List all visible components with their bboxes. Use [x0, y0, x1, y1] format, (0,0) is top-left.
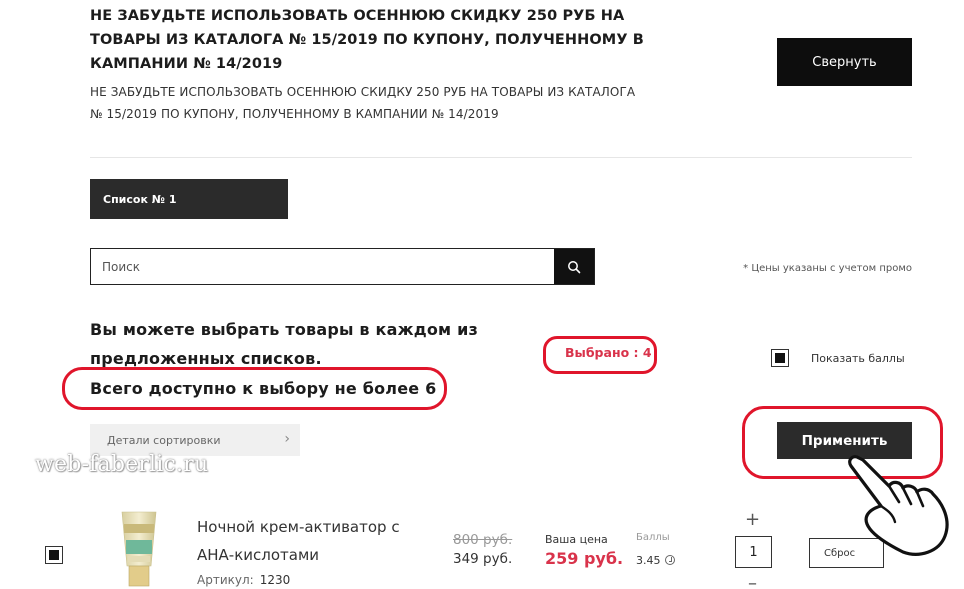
points-number: 3.45 [636, 554, 661, 567]
chevron-right-icon: › [284, 431, 290, 447]
your-price: 259 руб. [545, 549, 624, 568]
divider [90, 157, 912, 158]
points-value: 3.45 [636, 554, 675, 567]
search-box [90, 248, 595, 285]
price-note: * Цены указаны с учетом промо [743, 263, 912, 274]
article-label: Артикул: [197, 573, 254, 587]
clock-icon [664, 555, 675, 565]
collapse-button[interactable]: Свернуть [777, 38, 912, 86]
your-price-label: Ваша цена [545, 533, 608, 546]
promo-text: НЕ ЗАБУДЬТЕ ИСПОЛЬЗОВАТЬ ОСЕННЮЮ СКИДКУ … [90, 85, 636, 121]
sort-details-label: Детали сортировки [107, 433, 221, 447]
product-checkbox[interactable] [45, 546, 63, 564]
qty-decrease-button[interactable]: – [748, 573, 757, 589]
reset-button[interactable]: Сброс [809, 538, 884, 568]
promo-title: НЕ ЗАБУДЬТЕ ИСПОЛЬЗОВАТЬ ОСЕННЮЮ СКИДКУ … [90, 8, 644, 72]
watermark: web-faberlic.ru [35, 452, 209, 477]
tab-list-1[interactable]: Список № 1 [90, 179, 288, 219]
points-label: Баллы [636, 532, 670, 543]
article-number: 1230 [259, 573, 291, 587]
product-article: Артикул: 1230 [197, 573, 290, 587]
selection-limit: Всего доступно к выбору не более 6 [90, 379, 437, 398]
search-input[interactable] [91, 249, 555, 284]
product-image [121, 511, 157, 587]
show-points-label[interactable]: Показать баллы [811, 352, 905, 365]
selected-count: Выбрано : 4 [565, 345, 652, 360]
old-price: 800 руб. [453, 532, 513, 548]
product-name[interactable]: Ночной крем-активатор с АНА-кислотами [197, 513, 427, 569]
current-price: 349 руб. [453, 551, 513, 567]
show-points-checkbox[interactable] [771, 349, 789, 367]
search-icon [568, 260, 581, 273]
search-button[interactable] [554, 249, 594, 284]
selection-instructions: Вы можете выбрать товары в каждом из пре… [90, 320, 478, 368]
apply-button[interactable]: Применить [777, 422, 912, 459]
quantity-input[interactable] [735, 536, 772, 568]
qty-increase-button[interactable]: + [745, 509, 760, 530]
